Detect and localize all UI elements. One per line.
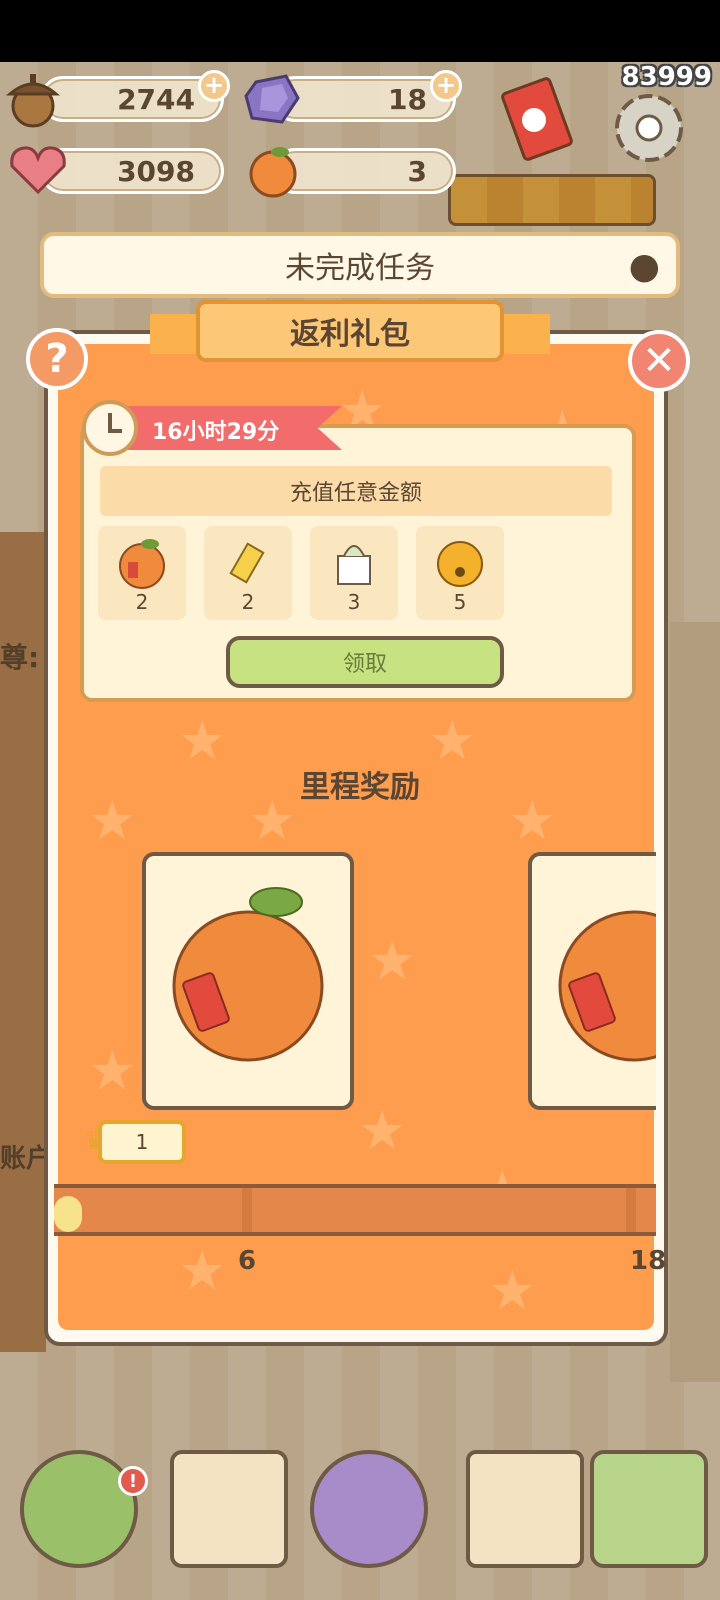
acorn-counter: 2744	[40, 76, 224, 122]
house-icon[interactable]	[20, 1450, 138, 1568]
orange-value: 3	[407, 154, 427, 188]
star-decor: ★	[358, 1099, 407, 1162]
star-decor: ★	[178, 709, 227, 772]
progress-fill	[54, 1196, 82, 1232]
panel-title: 返利礼包	[196, 300, 504, 362]
close-button[interactable]: ✕	[628, 330, 690, 392]
bell-icon	[437, 541, 483, 587]
reward-slot-orange[interactable]: 2	[98, 526, 186, 620]
star-decor: ★	[368, 929, 417, 992]
map-icon[interactable]	[590, 1450, 708, 1568]
add-crystal-button[interactable]: +	[430, 70, 462, 102]
milestone-progress-badge: 1	[98, 1120, 186, 1164]
notification-badge: !	[118, 1466, 148, 1496]
ticket-icon	[229, 542, 265, 584]
track-tick	[626, 1188, 636, 1232]
heart-gem-icon	[8, 144, 68, 196]
orange-icon	[172, 887, 324, 1062]
task-bar-label: 未完成任务	[285, 251, 435, 286]
star-decor: ★	[178, 1239, 227, 1302]
add-acorn-button[interactable]: +	[198, 70, 230, 102]
countdown-tag: 16小时29分	[82, 400, 342, 456]
heart-gem-value: 3098	[117, 154, 195, 188]
help-button[interactable]: ?	[26, 328, 88, 390]
clipboard-icon[interactable]	[466, 1450, 584, 1568]
star-decor: ★	[428, 709, 477, 772]
reward-count: 2	[241, 590, 255, 614]
tick-label: 6	[238, 1246, 257, 1276]
orange-icon	[119, 539, 165, 589]
reward-count: 2	[135, 590, 149, 614]
top-counter: 83999	[621, 62, 712, 92]
orange-icon	[558, 910, 656, 1062]
reward-count: 3	[347, 590, 361, 614]
incomplete-tasks-bar[interactable]: 未完成任务 ●	[40, 232, 680, 298]
orange-icon	[246, 142, 300, 198]
milestone-title: 里程奖励	[300, 770, 420, 805]
milestone-reward-card[interactable]	[528, 852, 656, 1110]
reward-slot-gift-box[interactable]: 3	[310, 526, 398, 620]
milestone-reward-card[interactable]	[142, 852, 354, 1110]
requirement-label: 充值任意金额	[100, 466, 612, 516]
milestone-progress-track	[54, 1184, 656, 1236]
claim-button[interactable]: 领取	[226, 636, 504, 688]
panel-title-ribbon: 返利礼包	[150, 300, 550, 362]
paw-icon: ●	[628, 246, 660, 287]
track-tick	[242, 1188, 252, 1232]
star-decor: ★	[488, 1259, 537, 1322]
crystal-icon	[242, 72, 302, 128]
reward-slot-ticket[interactable]: 2	[204, 526, 292, 620]
red-envelope-icon[interactable]	[494, 76, 580, 166]
mail-icon[interactable]	[170, 1450, 288, 1568]
settings-gear-icon[interactable]	[606, 88, 692, 166]
reward-slot-bell[interactable]: 5	[416, 526, 504, 620]
acorn-icon	[4, 68, 62, 128]
clock-icon	[82, 400, 138, 456]
countdown-text: 16小时29分	[152, 420, 280, 445]
crystal-value: 18	[388, 82, 427, 116]
pet-portal-icon[interactable]	[310, 1450, 428, 1568]
gift-box-icon	[337, 545, 371, 585]
star-decor: ★	[88, 1039, 137, 1102]
acorn-value: 2744	[117, 82, 195, 116]
tick-label: 18	[630, 1246, 667, 1276]
reward-count: 5	[453, 590, 467, 614]
